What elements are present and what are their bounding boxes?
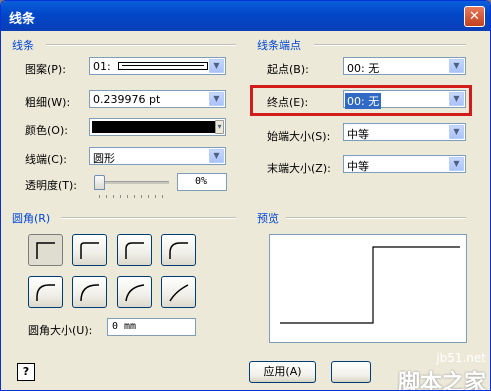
corner-round-6-icon [125, 284, 145, 302]
corner-round-5-button[interactable] [72, 276, 107, 308]
preview-section-divider [286, 217, 466, 219]
chevron-down-icon[interactable]: ▼ [449, 92, 464, 106]
corner-round-3-icon [169, 242, 188, 259]
watermark-brand: 脚本之家 [397, 371, 486, 391]
chevron-down-icon[interactable]: ▼ [449, 157, 464, 171]
preview-section-title: 预览 [257, 212, 279, 225]
begin-value: 00: 无 [347, 62, 380, 75]
chevron-down-icon[interactable]: ▼ [449, 125, 464, 139]
end-dropdown[interactable]: 00: 无 ▼ [343, 90, 466, 109]
transparency-slider-ticks [99, 195, 169, 198]
weight-label: 粗细(W): [25, 96, 71, 109]
end-value: 00: 无 [345, 93, 382, 109]
corner-round-7-button[interactable] [161, 276, 196, 308]
corner-round-5-icon [80, 284, 99, 302]
corner-square-icon [36, 242, 55, 259]
rounding-section-title: 圆角(R) [12, 212, 51, 225]
line-section-divider [46, 44, 236, 46]
transparency-input[interactable]: 0% [177, 173, 227, 191]
chevron-down-icon[interactable]: ▼ [209, 92, 224, 106]
begin-size-dropdown[interactable]: 中等 ▼ [343, 123, 466, 141]
corner-round-2-icon [125, 242, 144, 259]
rounding-size-value: 0 mm [112, 321, 137, 332]
begin-label: 起点(B): [267, 63, 309, 76]
rounding-size-input[interactable]: 0 mm [107, 318, 196, 336]
pattern-label: 图案(P): [25, 63, 66, 76]
transparency-slider-track[interactable] [97, 181, 169, 184]
endpoints-section-title: 线条端点 [257, 39, 301, 52]
end-label: 终点(E): [267, 96, 309, 109]
begin-dropdown[interactable]: 00: 无 ▼ [343, 57, 466, 75]
corner-round-4-button[interactable] [28, 276, 63, 308]
close-button[interactable]: ✕ [464, 6, 485, 27]
color-dropdown[interactable]: ▾ [89, 118, 226, 136]
watermark: jb51.net 脚本之家 [397, 351, 486, 391]
line-dialog: 线条 ✕ 线条 图案(P): 01: ▼ 粗细(W): 0.239976 pt … [0, 0, 491, 391]
weight-value: 0.239976 pt [93, 93, 161, 106]
dialog-title: 线条 [9, 12, 36, 27]
chevron-down-icon[interactable]: ▼ [209, 59, 224, 73]
corner-round-6-button[interactable] [117, 276, 152, 308]
begin-size-label: 始端大小(S): [267, 130, 331, 143]
endpoints-section-divider [314, 44, 466, 46]
rounding-section-divider [61, 217, 236, 219]
corner-round-1-icon [80, 242, 99, 259]
watermark-site: jb51.net [436, 351, 486, 365]
ok-button[interactable] [331, 361, 371, 383]
begin-size-value: 中等 [347, 128, 369, 141]
end-size-label: 末端大小(Z): [267, 162, 331, 175]
pattern-line-sample [118, 62, 208, 70]
transparency-value: 0% [195, 176, 208, 187]
title-bar: 线条 ✕ [1, 1, 490, 31]
rounding-size-label: 圆角大小(U): [28, 324, 93, 337]
chevron-down-icon[interactable]: ▼ [209, 149, 224, 163]
pattern-value: 01: [93, 60, 111, 73]
color-label: 颜色(O): [25, 124, 68, 137]
end-size-dropdown[interactable]: 中等 ▼ [343, 155, 466, 173]
weight-dropdown[interactable]: 0.239976 pt ▼ [89, 90, 226, 108]
chevron-down-icon[interactable]: ▾ [215, 120, 224, 134]
apply-button[interactable]: 应用(A) [249, 361, 316, 383]
transparency-label: 透明度(T): [25, 179, 78, 192]
color-swatch [92, 121, 218, 133]
corner-round-4-icon [36, 284, 55, 301]
transparency-slider-thumb[interactable] [94, 175, 105, 190]
preview-line-drawing [280, 246, 460, 324]
end-size-value: 中等 [347, 160, 369, 173]
cap-label: 线端(C): [25, 153, 67, 166]
cap-value: 圆形 [93, 152, 115, 165]
preview-panel [269, 234, 467, 343]
corner-round-2-button[interactable] [117, 234, 152, 266]
corner-round-3-button[interactable] [161, 234, 196, 266]
cap-dropdown[interactable]: 圆形 ▼ [89, 147, 226, 165]
corner-square-button[interactable] [28, 234, 63, 266]
line-section-title: 线条 [12, 39, 34, 52]
corner-round-7-icon [169, 284, 189, 302]
help-button[interactable]: ? [17, 363, 35, 381]
chevron-down-icon[interactable]: ▼ [449, 59, 464, 73]
corner-round-1-button[interactable] [72, 234, 107, 266]
pattern-dropdown[interactable]: 01: ▼ [89, 57, 226, 75]
